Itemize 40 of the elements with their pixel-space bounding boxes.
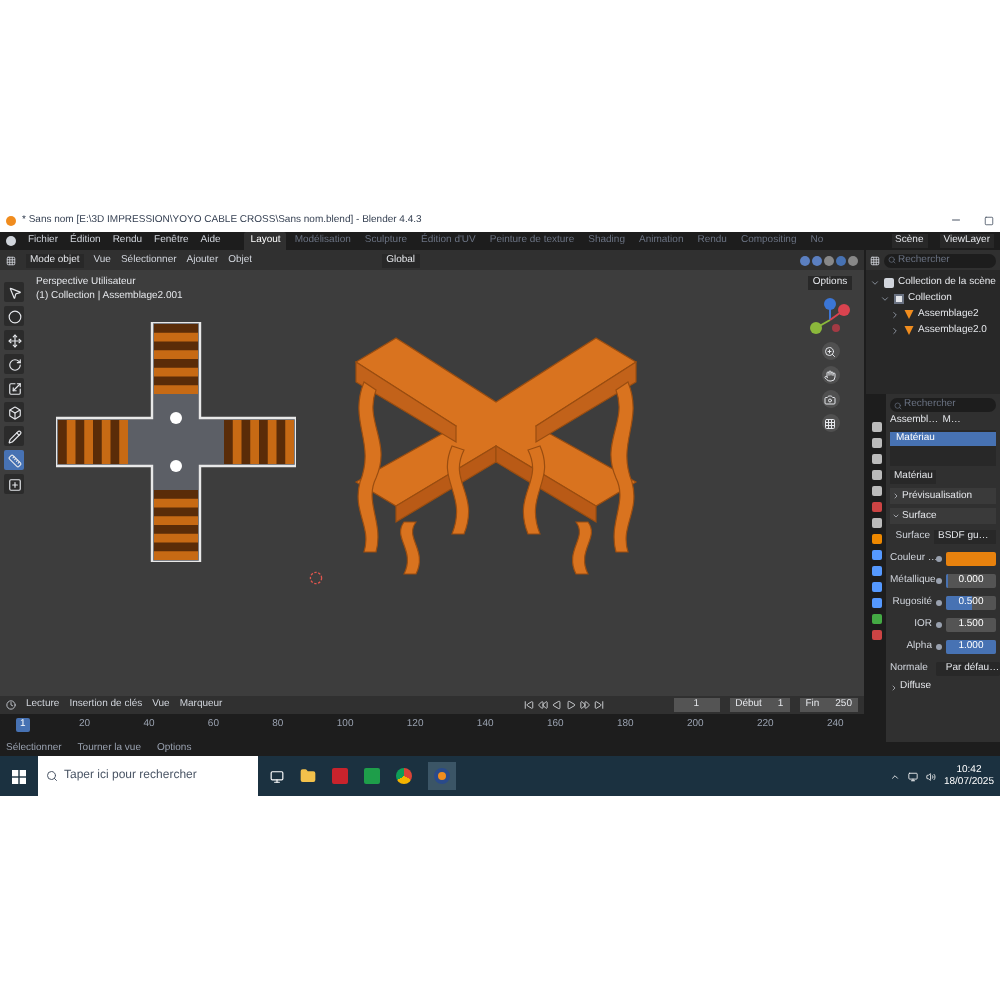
previous-keyframe-icon[interactable] (537, 700, 548, 710)
play-icon[interactable] (565, 700, 576, 710)
volume-icon[interactable] (925, 771, 936, 781)
camera-icon[interactable] (824, 393, 836, 405)
socket-icon (936, 644, 942, 650)
3d-cursor-icon (308, 570, 324, 586)
next-keyframe-icon[interactable] (579, 700, 590, 710)
maximize-icon[interactable] (984, 215, 994, 225)
windows-logo-icon[interactable] (12, 769, 26, 783)
hand-icon[interactable] (824, 369, 836, 381)
search-icon (894, 401, 902, 409)
measure-icon[interactable] (7, 453, 21, 467)
jump-start-icon[interactable] (523, 700, 534, 710)
browser-icon[interactable] (396, 768, 412, 784)
search-icon (46, 770, 58, 782)
socket-icon (936, 622, 942, 628)
folder-icon[interactable] (300, 768, 316, 784)
move-icon[interactable] (7, 333, 21, 347)
socket-icon (936, 556, 942, 562)
task-view-icon[interactable] (270, 769, 284, 783)
scale-icon[interactable] (7, 381, 21, 395)
rotate-icon[interactable] (7, 357, 21, 371)
zoom-icon[interactable] (824, 345, 836, 357)
socket-icon (936, 600, 942, 606)
search-icon (888, 256, 896, 264)
color-swatch[interactable] (946, 552, 996, 566)
socket-icon (936, 578, 942, 584)
add-cube-icon[interactable] (7, 477, 21, 491)
transform-icon[interactable] (7, 405, 21, 419)
select-icon[interactable] (7, 285, 21, 299)
axis-gizmo-icon[interactable] (806, 296, 854, 336)
cursor-icon[interactable] (7, 309, 21, 323)
tray-expand-icon[interactable] (889, 771, 900, 781)
jump-end-icon[interactable] (593, 700, 604, 710)
play-reverse-icon[interactable] (551, 700, 562, 710)
editor-type-icon[interactable] (6, 700, 16, 710)
annotate-icon[interactable] (7, 429, 21, 443)
grid-icon[interactable] (824, 417, 836, 429)
editor-type-icon[interactable] (870, 255, 880, 265)
editor-type-icon[interactable] (6, 255, 16, 265)
